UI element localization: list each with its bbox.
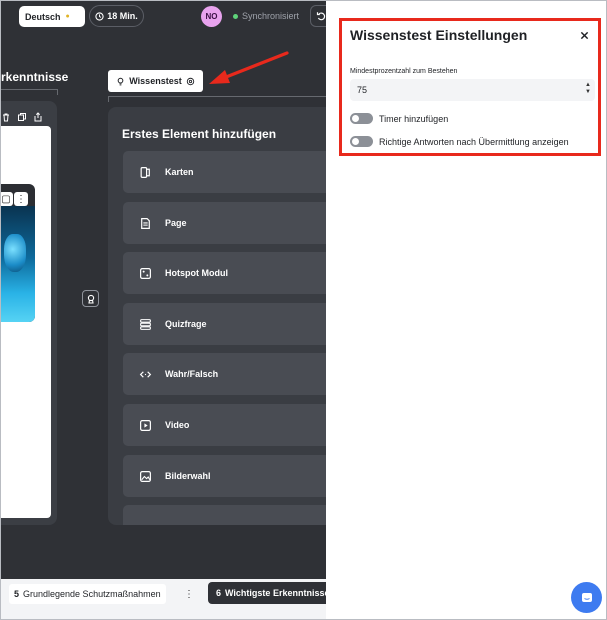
sync-label: Synchronisiert [242,11,300,21]
chapter-menu-icon[interactable]: ⋮ [184,584,194,604]
divider [57,89,58,95]
add-item-label: Bilderwahl [165,471,211,481]
chat-button[interactable] [571,582,602,613]
add-item-label: Hotspot Modul [165,268,228,278]
duration-badge[interactable]: 18 Min. [89,5,144,27]
add-item-partial[interactable] [123,505,326,525]
editor-canvas: Deutsch ● 18 Min. NO Synchronisiert rken… [1,1,326,579]
add-item-label: Wahr/Falsch [165,369,219,379]
min-percent-value: 75 [357,85,368,95]
lightbulb-icon [117,77,124,85]
avatar[interactable]: NO [201,6,222,27]
sync-status: Synchronisiert [233,11,299,21]
video-icon [138,418,152,432]
add-item-label: Quizfrage [165,319,207,329]
code-arrows-icon [138,367,152,381]
show-answers-toggle[interactable] [350,136,373,147]
clock-icon [95,11,104,21]
image-icon [138,469,152,483]
add-item-page[interactable]: Page [123,202,326,244]
language-label: Deutsch [25,11,61,22]
bottom-tab-chapter-6[interactable]: 6 Wichtigste Erkenntnisse [208,582,333,604]
divider [108,96,109,102]
bottle-image [4,234,26,272]
annotation-arrow-icon [209,51,289,84]
add-item-quizfrage[interactable]: Quizfrage [123,303,326,345]
show-answers-row: Richtige Antworten nach Übermittlung anz… [350,136,569,147]
app-window: Deutsch ● 18 Min. NO Synchronisiert rken… [0,0,607,620]
cards-icon [138,165,152,179]
show-answers-label: Richtige Antworten nach Übermittlung anz… [379,136,569,147]
close-button[interactable] [578,29,590,41]
export-icon[interactable] [33,109,43,122]
language-select[interactable]: Deutsch ● [19,6,85,27]
quiz-tab[interactable]: Wissenstest [108,70,203,92]
add-item-label: Page [165,218,187,228]
divider [1,89,58,90]
add-panel-title: Erstes Element hinzufügen [122,127,277,141]
trash-icon[interactable] [1,109,11,122]
add-item-video[interactable]: Video [123,404,326,446]
min-percent-label: Mindestprozentzahl zum Bestehen [350,68,458,75]
add-item-cards[interactable]: Karten [123,151,326,193]
column-title: rkenntnisse [1,70,69,84]
column-tools [1,109,43,122]
chapter-label: Wichtigste Erkenntnisse [225,588,330,598]
settings-title: Wissenstest Einstellungen [350,27,528,43]
timer-toggle[interactable] [350,113,373,124]
add-element-panel: Erstes Element hinzufügen Karten Page Ho… [108,107,326,525]
chapter-number: 6 [216,588,222,598]
chevron-down-icon: ● [65,13,70,20]
settings-gear-icon[interactable] [186,77,195,86]
add-item-bilderwahl[interactable]: Bilderwahl [123,455,326,497]
hotspot-icon [138,266,152,280]
duplicate-icon[interactable] [17,109,27,121]
more-options-button[interactable]: ⋮ [14,192,28,206]
quiz-question-icon [138,317,152,331]
bottom-tab-chapter-5[interactable]: 5 Grundlegende Schutzmaßnahmen [9,584,166,604]
min-percent-input[interactable]: 75 ▲ ▼ [350,79,595,101]
chapter-label: Grundlegende Schutzmaßnahmen [23,589,161,599]
top-toolbar: Deutsch ● 18 Min. NO Synchronisiert [1,1,326,31]
duration-label: 18 Min. [107,11,138,21]
timer-row: Timer hinzufügen [350,113,448,124]
divider [108,96,326,97]
add-item-label: Karten [165,167,194,177]
add-item-label: Video [165,420,190,430]
sync-dot-icon [233,13,238,19]
timer-label: Timer hinzufügen [379,113,449,124]
undo-icon [316,12,326,21]
add-item-hotspot[interactable]: Hotspot Modul [123,252,326,294]
lock-icon [87,294,94,304]
page-icon [138,216,152,230]
lock-button[interactable] [82,290,99,307]
quiz-settings-panel: Wissenstest Einstellungen Mindestprozent… [339,18,601,156]
quiz-tab-label: Wissenstest [129,76,182,86]
add-item-wahr-falsch[interactable]: Wahr/Falsch [123,353,326,395]
crop-button[interactable]: ▢ [1,192,13,206]
number-stepper[interactable]: ▲ ▼ [585,82,591,96]
chat-icon [581,592,592,602]
undo-button[interactable] [310,5,326,27]
close-icon [580,31,588,39]
chapter-number: 5 [14,589,20,599]
